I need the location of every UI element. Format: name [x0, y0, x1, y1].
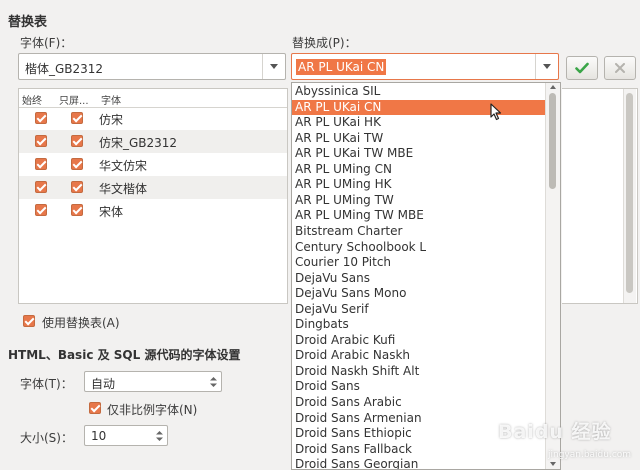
check-icon: [575, 62, 589, 74]
table-cell-font: 华文楷体: [99, 182, 148, 196]
section-title: 替换表: [8, 15, 48, 30]
table-row[interactable]: 宋体: [19, 199, 287, 222]
always-checkbox[interactable]: [35, 135, 47, 147]
table-header: 始终 只屏... 字体: [19, 89, 287, 108]
dropdown-item[interactable]: Century Schoolbook L: [292, 240, 549, 256]
replace-label: 替换成(P)：: [292, 36, 357, 50]
dropdown-item[interactable]: DejaVu Sans Mono: [292, 286, 549, 302]
dropdown-item[interactable]: Droid Arabic Kufi: [292, 333, 549, 349]
table-cell-font: 宋体: [99, 205, 124, 219]
size-label: 大小(S)：: [20, 431, 73, 445]
table-row[interactable]: 仿宋: [19, 107, 287, 130]
updown-icon[interactable]: [156, 430, 163, 442]
size-spinbox[interactable]: 10: [84, 425, 168, 446]
dropdown-item[interactable]: AR PL UKai TW MBE: [292, 146, 549, 162]
chevron-down-icon[interactable]: [262, 54, 285, 79]
dropdown-item[interactable]: Abyssinica SIL: [292, 84, 549, 100]
dropdown-item[interactable]: Droid Sans: [292, 379, 549, 395]
column-header-screen-only[interactable]: 只屏...: [59, 92, 89, 107]
scroll-down-icon[interactable]: [550, 462, 556, 466]
source-font-label: 字体(T)：: [20, 377, 73, 391]
always-checkbox[interactable]: [35, 158, 47, 170]
mouse-cursor-icon: [490, 103, 502, 121]
font-dropdown-list[interactable]: Abyssinica SIL AR PL UKai CN AR PL UKai HK…: [291, 82, 561, 470]
dropdown-item[interactable]: DejaVu Sans: [292, 271, 549, 287]
always-checkbox[interactable]: [35, 112, 47, 124]
close-icon: [615, 63, 625, 73]
scroll-up-icon[interactable]: [550, 85, 556, 89]
watermark-url: jingyan.baidu.com: [548, 450, 632, 460]
screen-only-checkbox[interactable]: [71, 181, 83, 193]
watermark-text: Baidu 经验: [498, 421, 612, 443]
dropdown-item[interactable]: AR PL UMing HK: [292, 177, 549, 193]
delete-button[interactable]: [604, 56, 636, 80]
table-scrollbar[interactable]: [623, 89, 636, 303]
column-header-always[interactable]: 始终: [22, 92, 42, 107]
apply-button[interactable]: [566, 56, 598, 80]
table-row[interactable]: 仿宋_GB2312: [19, 130, 287, 153]
dropdown-item[interactable]: AR PL UKai TW: [292, 131, 549, 147]
screen-only-checkbox[interactable]: [71, 112, 83, 124]
use-table-label[interactable]: 使用替换表(A): [42, 314, 120, 331]
dropdown-item[interactable]: Droid Sans Arabic: [292, 395, 549, 411]
source-font-combo[interactable]: 自动: [84, 371, 222, 392]
dropdown-item[interactable]: Bitstream Charter: [292, 224, 549, 240]
dropdown-item[interactable]: AR PL UKai CN: [292, 99, 549, 116]
use-table-checkbox[interactable]: [23, 315, 35, 327]
dropdown-item[interactable]: AR PL UMing CN: [292, 162, 549, 178]
size-value[interactable]: 10: [91, 429, 106, 443]
dropdown-item[interactable]: Droid Sans Georgian: [292, 457, 549, 469]
font-combo-value: 楷体_GB2312: [25, 62, 104, 76]
proportional-checkbox[interactable]: [89, 402, 101, 414]
replacement-table[interactable]: 始终 只屏... 字体 仿宋 仿宋_GB2312 华文仿宋 华文楷体 宋体: [18, 88, 288, 304]
html-section-title: HTML、Basic 及 SQL 源代码的字体设置: [8, 348, 241, 362]
font-combo[interactable]: 楷体_GB2312: [18, 53, 286, 80]
table-right-area: [562, 88, 638, 304]
always-checkbox[interactable]: [35, 181, 47, 193]
replace-combo-value[interactable]: AR PL UKai CN: [296, 59, 387, 75]
dropdown-scrollbar[interactable]: [545, 83, 560, 469]
dropdown-item[interactable]: Courier 10 Pitch: [292, 255, 549, 271]
chevron-down-icon[interactable]: [535, 54, 558, 79]
font-label: 字体(F)：: [20, 36, 73, 50]
table-cell-font: 华文仿宋: [99, 159, 148, 173]
dropdown-item[interactable]: AR PL UKai HK: [292, 115, 549, 131]
table-scrollbar-thumb[interactable]: [626, 93, 633, 293]
dropdown-scrollbar-thumb[interactable]: [549, 93, 556, 189]
dropdown-item[interactable]: AR PL UMing TW: [292, 193, 549, 209]
dropdown-item[interactable]: Dingbats: [292, 317, 549, 333]
always-checkbox[interactable]: [35, 204, 47, 216]
dropdown-item[interactable]: Droid Naskh Shift Alt: [292, 364, 549, 380]
screen-only-checkbox[interactable]: [71, 135, 83, 147]
column-header-font[interactable]: 字体: [101, 92, 121, 107]
replace-combo[interactable]: AR PL UKai CN: [291, 53, 559, 80]
table-row[interactable]: 华文楷体: [19, 176, 287, 199]
dropdown-item[interactable]: Droid Arabic Naskh: [292, 348, 549, 364]
dropdown-item[interactable]: DejaVu Serif: [292, 302, 549, 318]
updown-icon: [210, 377, 217, 387]
screen-only-checkbox[interactable]: [71, 158, 83, 170]
dropdown-item[interactable]: AR PL UMing TW MBE: [292, 208, 549, 224]
table-cell-font: 仿宋: [99, 113, 124, 127]
screen-only-checkbox[interactable]: [71, 204, 83, 216]
source-font-value: 自动: [91, 377, 116, 391]
table-row[interactable]: 华文仿宋: [19, 153, 287, 176]
table-cell-font: 仿宋_GB2312: [99, 136, 178, 150]
proportional-label[interactable]: 仅非比例字体(N): [107, 401, 197, 418]
